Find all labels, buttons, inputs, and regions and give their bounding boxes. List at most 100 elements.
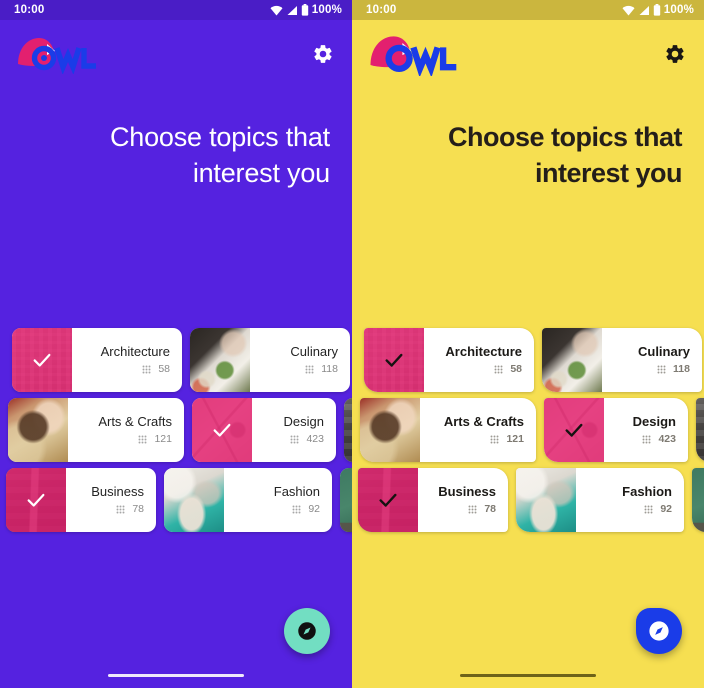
settings-button[interactable] [312, 43, 334, 65]
culinary-thumb [190, 328, 250, 392]
offscreen-thumb [696, 398, 704, 462]
topic-card-business[interactable]: Business 78 [6, 468, 156, 532]
topic-name: Arts & Crafts [98, 414, 172, 429]
offscreen-thumb [340, 468, 352, 532]
topic-row: Business 78 Fashion 92 [352, 468, 704, 532]
topic-name: Arts & Crafts [443, 414, 524, 429]
grain-icon [116, 505, 125, 513]
phone-preview-themed: 10:00 100% Choose topics that interest y… [352, 0, 704, 688]
topic-card-offscreen[interactable] [692, 468, 704, 532]
topic-name: Design [283, 414, 324, 429]
wifi-icon [270, 5, 283, 16]
check-icon [192, 398, 252, 462]
settings-button[interactable] [664, 43, 686, 65]
check-icon [6, 468, 66, 532]
topic-card-arts-crafts[interactable]: Arts & Crafts 121 [360, 398, 536, 462]
fashion-thumb [164, 468, 224, 532]
wifi-icon [622, 5, 635, 16]
offscreen-thumb [692, 468, 704, 532]
grain-icon [490, 435, 499, 443]
topic-meta: Fashion 92 [576, 468, 684, 532]
topic-meta: Design 423 [252, 398, 336, 462]
offscreen-thumb [344, 398, 352, 462]
business-thumb [6, 468, 66, 532]
topic-card-architecture[interactable]: Architecture 58 [12, 328, 182, 392]
design-thumb [192, 398, 252, 462]
battery-full-icon [301, 4, 308, 16]
topic-card-culinary[interactable]: Culinary 118 [542, 328, 702, 392]
owl-logo-icon[interactable] [14, 34, 112, 74]
topic-count-value: 78 [484, 503, 496, 515]
topic-count: 118 [305, 363, 338, 375]
topic-card-business[interactable]: Business 78 [358, 468, 508, 532]
explore-fab[interactable] [284, 608, 330, 654]
cellular-signal-icon [639, 5, 649, 15]
topic-count: 58 [142, 363, 170, 375]
app-bar [0, 20, 352, 88]
topic-card-arts-crafts[interactable]: Arts & Crafts 121 [8, 398, 184, 462]
page-title: Choose topics that interest you [352, 120, 704, 192]
battery-percent-label: 100% [663, 4, 694, 16]
owl-logo-icon[interactable] [366, 32, 474, 76]
grain-icon [138, 435, 147, 443]
arts-crafts-thumb [360, 398, 420, 462]
gear-icon [314, 45, 332, 63]
topic-meta: Arts & Crafts 121 [68, 398, 184, 462]
topic-row: Architecture 58 Culinary 118 [352, 328, 704, 392]
topic-card-offscreen[interactable] [340, 468, 352, 532]
architecture-thumb [12, 328, 72, 392]
topic-count-value: 58 [510, 363, 522, 375]
explore-fab[interactable] [636, 608, 682, 654]
topic-grid: Architecture 58 Culinary 118 Arts & Craf… [0, 328, 352, 538]
topic-count: 423 [642, 433, 676, 445]
topic-card-architecture[interactable]: Architecture 58 [364, 328, 534, 392]
topic-count: 121 [138, 433, 172, 445]
topic-meta: Business 78 [418, 468, 508, 532]
topic-row: Arts & Crafts 121 Design 423 [0, 398, 352, 462]
topic-row: Business 78 Fashion 92 [0, 468, 352, 532]
grain-icon [494, 365, 503, 373]
status-bar: 10:00 100% [0, 0, 352, 20]
topic-card-design[interactable]: Design 423 [192, 398, 336, 462]
topic-card-culinary[interactable]: Culinary 118 [190, 328, 350, 392]
topic-count-value: 78 [132, 503, 144, 515]
topic-meta: Culinary 118 [602, 328, 702, 392]
topic-name: Culinary [290, 344, 338, 359]
topic-card-offscreen[interactable] [696, 398, 704, 462]
status-bar-indicators: 100% [270, 4, 342, 16]
grain-icon [290, 435, 299, 443]
topic-count-value: 121 [154, 433, 172, 445]
topic-card-fashion[interactable]: Fashion 92 [164, 468, 332, 532]
topic-meta: Fashion 92 [224, 468, 332, 532]
topic-name: Architecture [100, 344, 170, 359]
grain-icon [305, 365, 314, 373]
topic-meta: Design 423 [604, 398, 688, 462]
topic-count-value: 58 [158, 363, 170, 375]
check-icon [364, 328, 424, 392]
check-icon [544, 398, 604, 462]
topic-card-fashion[interactable]: Fashion 92 [516, 468, 684, 532]
topic-count: 78 [116, 503, 144, 515]
headline-text: Choose topics that interest you [447, 122, 683, 188]
battery-percent-label: 100% [311, 4, 342, 16]
battery-full-icon [653, 4, 660, 16]
design-thumb [544, 398, 604, 462]
home-indicator[interactable] [460, 674, 596, 677]
topic-card-design[interactable]: Design 423 [544, 398, 688, 462]
grain-icon [644, 505, 653, 513]
page-title: Choose topics that interest you [0, 120, 352, 192]
topic-name: Business [438, 484, 496, 499]
home-indicator[interactable] [108, 674, 244, 677]
headline-text: Choose topics that interest you [109, 122, 330, 188]
topic-count: 118 [657, 363, 690, 375]
grain-icon [142, 365, 151, 373]
topic-count-value: 423 [306, 433, 324, 445]
topic-name: Fashion [622, 484, 672, 499]
topic-count: 58 [494, 363, 522, 375]
topic-row: Architecture 58 Culinary 118 [0, 328, 352, 392]
phone-preview-baseline: 10:00 100% Choose topics that interest y… [0, 0, 352, 688]
topic-count-value: 92 [660, 503, 672, 515]
two-phone-comparison: 10:00 100% Choose topics that interest y… [0, 0, 704, 688]
status-bar-indicators: 100% [622, 4, 694, 16]
topic-card-offscreen[interactable] [344, 398, 352, 462]
